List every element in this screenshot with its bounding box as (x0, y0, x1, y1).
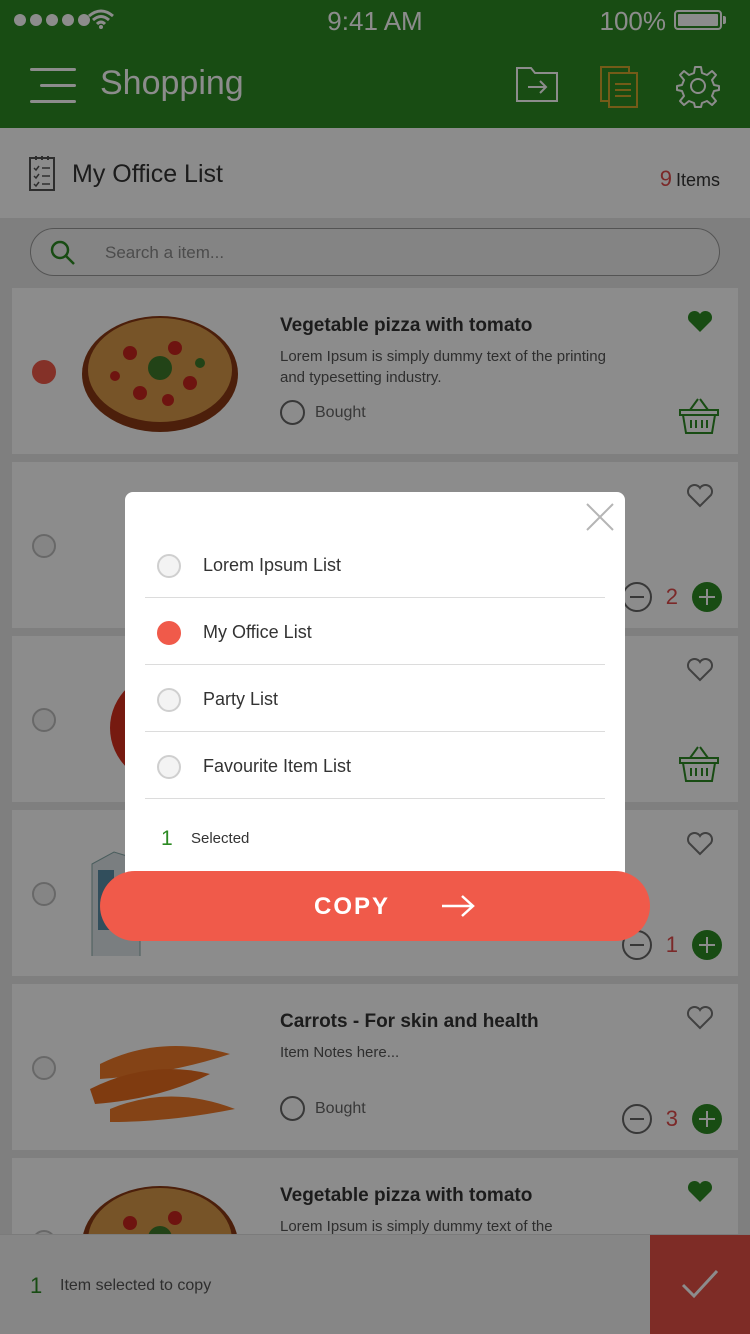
copy-button-label: COPY (314, 893, 391, 920)
arrow-right-icon (442, 895, 475, 917)
copy-to-list-dialog: Lorem Ipsum List My Office List Party Li… (125, 492, 625, 912)
selected-count: 1 (161, 827, 173, 850)
option-label: Lorem Ipsum List (203, 555, 342, 575)
selected-label: Selected (191, 830, 250, 847)
copy-button[interactable]: COPY (100, 871, 650, 941)
option-label: Favourite Item List (203, 756, 352, 776)
option-radio[interactable] (157, 554, 181, 578)
close-icon[interactable] (585, 502, 615, 532)
list-option[interactable]: Lorem Ipsum List (145, 531, 605, 598)
option-label: Party List (203, 689, 279, 709)
option-radio[interactable] (157, 755, 181, 779)
option-label: My Office List (203, 622, 312, 642)
list-option[interactable]: Favourite Item List (145, 732, 605, 799)
option-radio[interactable] (157, 621, 181, 645)
list-option[interactable]: My Office List (145, 598, 605, 665)
option-radio[interactable] (157, 688, 181, 712)
list-option[interactable]: Party List (145, 665, 605, 732)
